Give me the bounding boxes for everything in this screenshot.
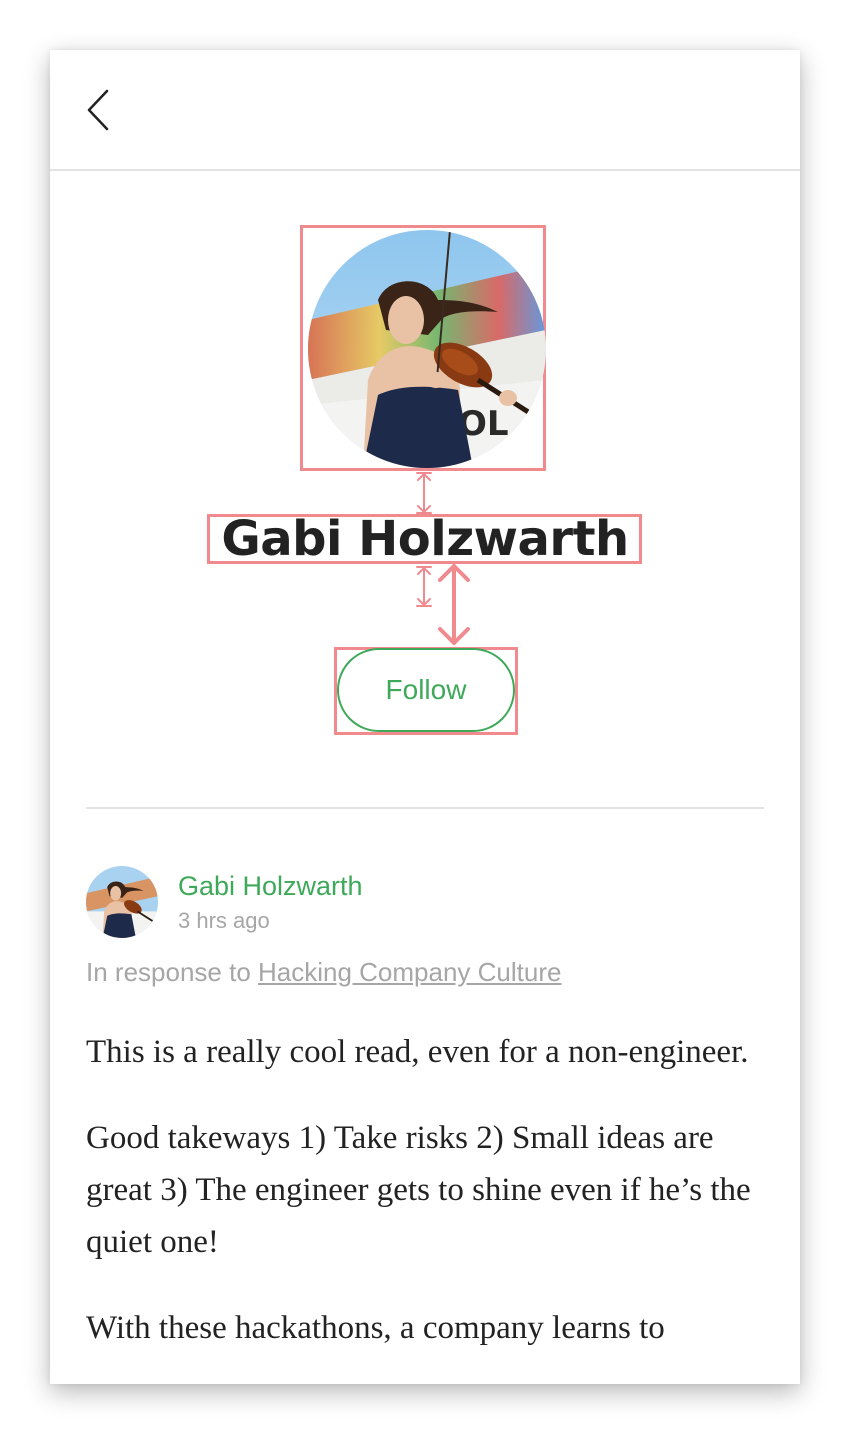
in-response-prefix: In response to	[86, 957, 258, 987]
avatar-highlight-box: OL	[300, 225, 546, 471]
follow-button[interactable]: Follow	[337, 648, 515, 732]
profile-avatar[interactable]: OL	[308, 230, 546, 468]
response-paragraph-1: This is a really cool read, even for a n…	[86, 1034, 749, 1070]
author-avatar[interactable]	[86, 866, 158, 938]
navigation-bar	[50, 50, 800, 171]
back-button[interactable]	[80, 85, 120, 135]
in-response-line: In response to Hacking Company Culture	[86, 952, 561, 992]
post-timestamp: 3 hrs ago	[178, 908, 270, 933]
phone-screen: OL Gabi Holzwarth Follow Gabi Holzwarth …	[50, 50, 800, 1384]
section-divider	[86, 807, 764, 809]
violinist-photo: OL	[308, 230, 546, 468]
violinist-photo-small	[86, 866, 158, 938]
name-highlight-box	[207, 514, 642, 564]
in-response-story-link[interactable]: Hacking Company Culture	[258, 957, 561, 987]
spacing-arrow-name-button-large	[438, 564, 470, 645]
response-paragraph-3: With these hackathons, a company learns …	[86, 1310, 665, 1346]
spacing-arrow-name-button-small	[416, 566, 432, 607]
response-body: This is a really cool read, even for a n…	[86, 1026, 776, 1384]
response-paragraph-2: Good takeways 1) Take risks 2) Small ide…	[86, 1120, 751, 1260]
chevron-left-icon	[87, 89, 109, 131]
author-name-link[interactable]: Gabi Holzwarth	[178, 866, 363, 906]
